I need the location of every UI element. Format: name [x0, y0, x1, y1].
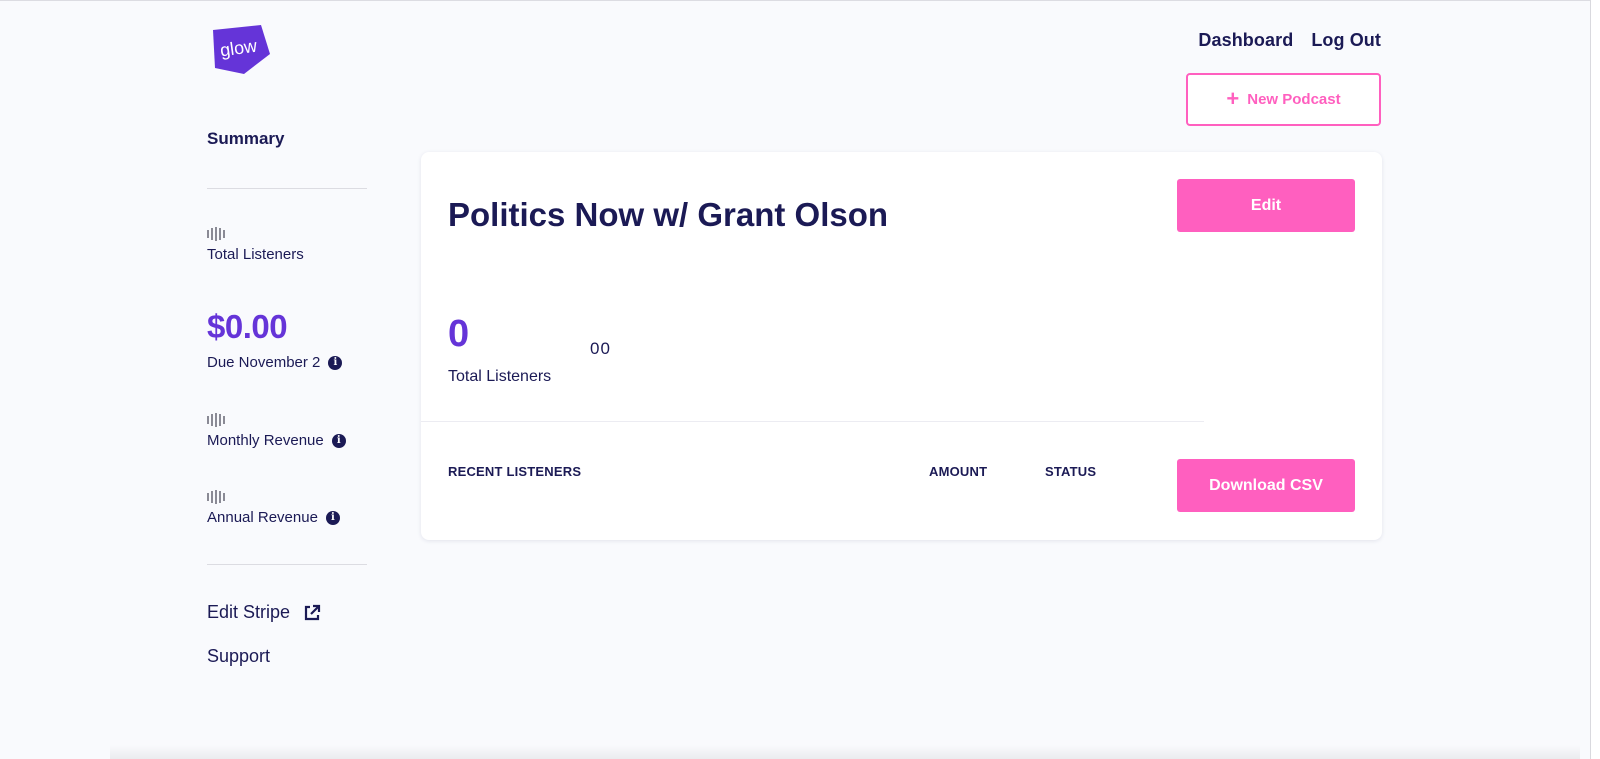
new-podcast-button[interactable]: + New Podcast [1186, 73, 1381, 126]
total-listeners-label: Total Listeners [207, 246, 304, 263]
window-right-edge [1590, 0, 1600, 759]
window-bottom-shadow [110, 745, 1580, 759]
sidebar-divider [207, 564, 367, 565]
info-icon[interactable]: i [325, 510, 340, 525]
bars-icon [207, 490, 340, 504]
new-podcast-label: New Podcast [1247, 91, 1341, 108]
info-icon[interactable]: i [328, 355, 343, 370]
download-csv-button[interactable]: Download CSV [1177, 459, 1355, 512]
nav-dashboard-link[interactable]: Dashboard [1198, 30, 1293, 51]
due-date-row: Due November 2 i [207, 354, 343, 371]
annual-revenue-row: Annual Revenue i [207, 509, 340, 526]
edit-button[interactable]: Edit [1177, 179, 1355, 232]
due-date-label: Due November 2 [207, 354, 321, 371]
info-icon[interactable]: i [331, 433, 346, 448]
monthly-revenue-row: Monthly Revenue i [207, 432, 346, 449]
due-amount-value: $0.00 [207, 308, 288, 345]
plus-icon: + [1226, 85, 1240, 111]
sidebar-divider [207, 188, 367, 189]
sidebar-summary-heading: Summary [207, 129, 285, 148]
top-nav: Dashboard Log Out [1198, 30, 1381, 51]
glow-logo-mark: glow [213, 25, 270, 74]
column-header-status: STATUS [1045, 464, 1097, 479]
support-link[interactable]: Support [207, 646, 270, 667]
sidebar-monthly-revenue: Monthly Revenue i [207, 413, 346, 449]
bars-icon [207, 413, 346, 427]
podcast-card: Politics Now w/ Grant Olson Edit 0 Total… [421, 152, 1382, 540]
column-header-recent-listeners: RECENT LISTENERS [448, 464, 582, 479]
sidebar-total-listeners: Total Listeners [207, 227, 304, 263]
total-listeners-stat-label: Total Listeners [448, 368, 552, 385]
nav-logout-link[interactable]: Log Out [1311, 30, 1381, 51]
bars-icon [207, 227, 304, 241]
annual-revenue-label: Annual Revenue [207, 509, 318, 526]
total-listeners-value: 0 [448, 313, 470, 355]
sidebar-annual-revenue: Annual Revenue i [207, 490, 340, 526]
monthly-revenue-label: Monthly Revenue [207, 432, 324, 449]
edit-stripe-label: Edit Stripe [207, 602, 291, 622]
glow-logo[interactable]: glow [207, 24, 271, 76]
secondary-stat-value: 00 [590, 339, 611, 358]
podcast-title: Politics Now w/ Grant Olson [448, 196, 889, 233]
edit-stripe-link[interactable]: Edit Stripe [207, 602, 322, 623]
card-divider [421, 421, 1204, 422]
column-header-amount: AMOUNT [929, 464, 988, 479]
window-top-border [0, 0, 1590, 1]
sidebar-due-amount: $0.00 Due November 2 i [207, 308, 343, 371]
external-link-icon [302, 603, 322, 623]
